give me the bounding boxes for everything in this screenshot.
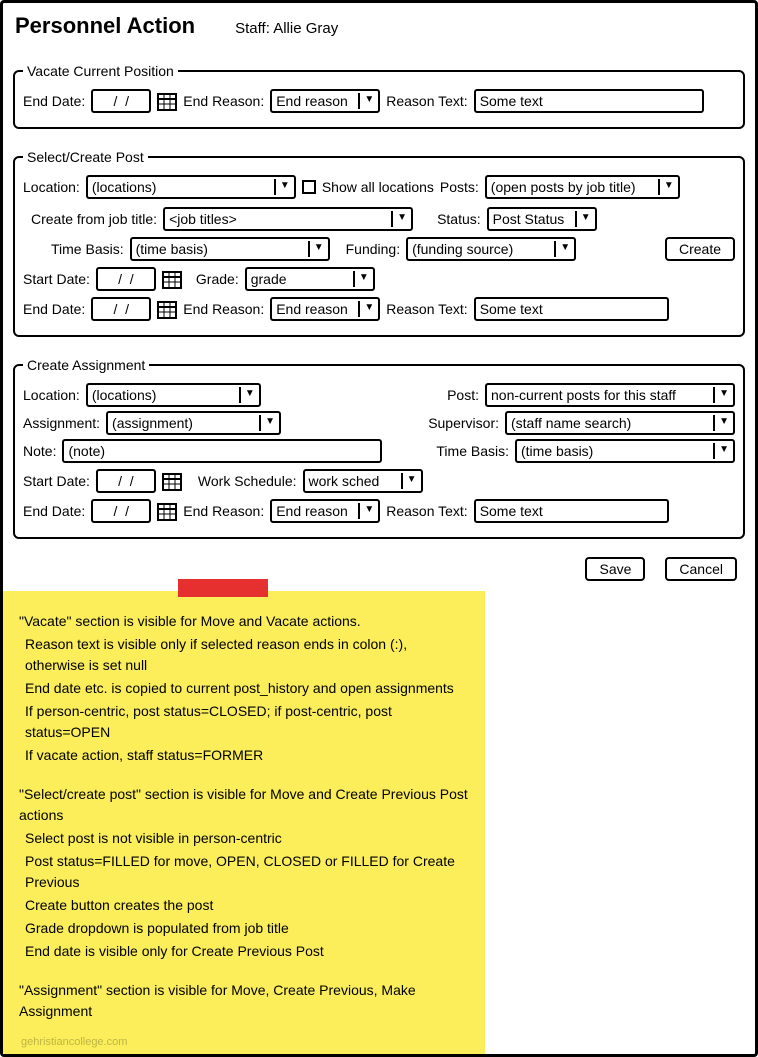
note-line: "Vacate" section is visible for Move and…	[19, 611, 469, 632]
vacate-legend: Vacate Current Position	[23, 63, 178, 79]
job-title-label: Create from job title:	[31, 211, 157, 227]
time-basis-label: Time Basis:	[436, 443, 509, 459]
end-date-input[interactable]	[91, 89, 151, 113]
job-title-select[interactable]: <job titles>	[163, 207, 413, 231]
cancel-button[interactable]: Cancel	[665, 557, 737, 581]
save-button[interactable]: Save	[585, 557, 645, 581]
reason-text-input[interactable]	[474, 499, 669, 523]
select-post-section: Select/Create Post Location: (locations)…	[13, 149, 745, 337]
start-date-label: Start Date:	[23, 473, 90, 489]
reason-text-label: Reason Text:	[386, 301, 467, 317]
note-line: Post status=FILLED for move, OPEN, CLOSE…	[19, 851, 469, 893]
start-date-input[interactable]	[96, 267, 156, 291]
note-label: Note:	[23, 443, 56, 459]
status-select[interactable]: Post Status	[487, 207, 597, 231]
calendar-icon[interactable]	[157, 299, 177, 319]
assignment-section: Create Assignment Location: (locations) …	[13, 357, 745, 539]
supervisor-select[interactable]: (staff name search)	[505, 411, 735, 435]
start-date-input[interactable]	[96, 469, 156, 493]
note-line: Select post is not visible in person-cen…	[19, 828, 469, 849]
supervisor-label: Supervisor:	[428, 415, 499, 431]
location-select[interactable]: (locations)	[86, 175, 296, 199]
location-label: Location:	[23, 387, 80, 403]
funding-label: Funding:	[346, 241, 400, 257]
show-all-label: Show all locations	[322, 179, 434, 195]
status-label: Status:	[437, 211, 481, 227]
end-date-label: End Date:	[23, 301, 85, 317]
end-reason-select[interactable]: End reason	[270, 89, 380, 113]
calendar-icon[interactable]	[157, 91, 177, 111]
location-select[interactable]: (locations)	[86, 383, 261, 407]
note-line: End date etc. is copied to current post_…	[19, 678, 469, 699]
note-input[interactable]	[62, 439, 382, 463]
end-reason-select[interactable]: End reason	[270, 499, 380, 523]
assignment-legend: Create Assignment	[23, 357, 149, 373]
grade-label: Grade:	[196, 271, 239, 287]
assignment-select[interactable]: (assignment)	[106, 411, 281, 435]
time-basis-label: Time Basis:	[51, 241, 124, 257]
show-all-checkbox[interactable]	[302, 180, 316, 194]
post-select[interactable]: non-current posts for this staff	[485, 383, 735, 407]
time-basis-select[interactable]: (time basis)	[130, 237, 330, 261]
end-date-label: End Date:	[23, 93, 85, 109]
end-reason-label: End Reason:	[183, 503, 264, 519]
note-line: "Assignment" section is visible for Move…	[19, 980, 469, 1022]
vacate-section: Vacate Current Position End Date: End Re…	[13, 63, 745, 129]
note-line: Reason text is visible only if selected …	[19, 634, 469, 676]
sticky-tab	[178, 579, 268, 597]
select-post-legend: Select/Create Post	[23, 149, 148, 165]
location-label: Location:	[23, 179, 80, 195]
time-basis-select[interactable]: (time basis)	[515, 439, 735, 463]
note-line: Grade dropdown is populated from job tit…	[19, 918, 469, 939]
work-sched-label: Work Schedule:	[198, 473, 297, 489]
work-sched-select[interactable]: work sched	[303, 469, 423, 493]
watermark: gehristiancollege.com	[21, 1034, 127, 1051]
posts-label: Posts:	[440, 179, 479, 195]
note-line: "Select/create post" section is visible …	[19, 784, 469, 826]
end-reason-select[interactable]: End reason	[270, 297, 380, 321]
calendar-icon[interactable]	[162, 269, 182, 289]
end-date-input[interactable]	[91, 297, 151, 321]
reason-text-input[interactable]	[474, 297, 669, 321]
calendar-icon[interactable]	[157, 501, 177, 521]
end-reason-label: End Reason:	[183, 93, 264, 109]
note-line: If vacate action, staff status=FORMER	[19, 745, 469, 766]
grade-select[interactable]: grade	[245, 267, 375, 291]
assignment-label: Assignment:	[23, 415, 100, 431]
calendar-icon[interactable]	[162, 471, 182, 491]
funding-select[interactable]: (funding source)	[406, 237, 576, 261]
note-line: Create button creates the post	[19, 895, 469, 916]
staff-name: Staff: Allie Gray	[235, 20, 338, 37]
create-button[interactable]: Create	[665, 237, 735, 261]
reason-text-label: Reason Text:	[386, 93, 467, 109]
page-title: Personnel Action	[15, 13, 195, 39]
reason-text-input[interactable]	[474, 89, 704, 113]
start-date-label: Start Date:	[23, 271, 90, 287]
end-date-input[interactable]	[91, 499, 151, 523]
sticky-note: "Vacate" section is visible for Move and…	[3, 591, 485, 1054]
post-label: Post:	[447, 387, 479, 403]
reason-text-label: Reason Text:	[386, 503, 467, 519]
note-line: End date is visible only for Create Prev…	[19, 941, 469, 962]
posts-select[interactable]: (open posts by job title)	[485, 175, 680, 199]
note-line: If person-centric, post status=CLOSED; i…	[19, 701, 469, 743]
end-date-label: End Date:	[23, 503, 85, 519]
end-reason-label: End Reason:	[183, 301, 264, 317]
